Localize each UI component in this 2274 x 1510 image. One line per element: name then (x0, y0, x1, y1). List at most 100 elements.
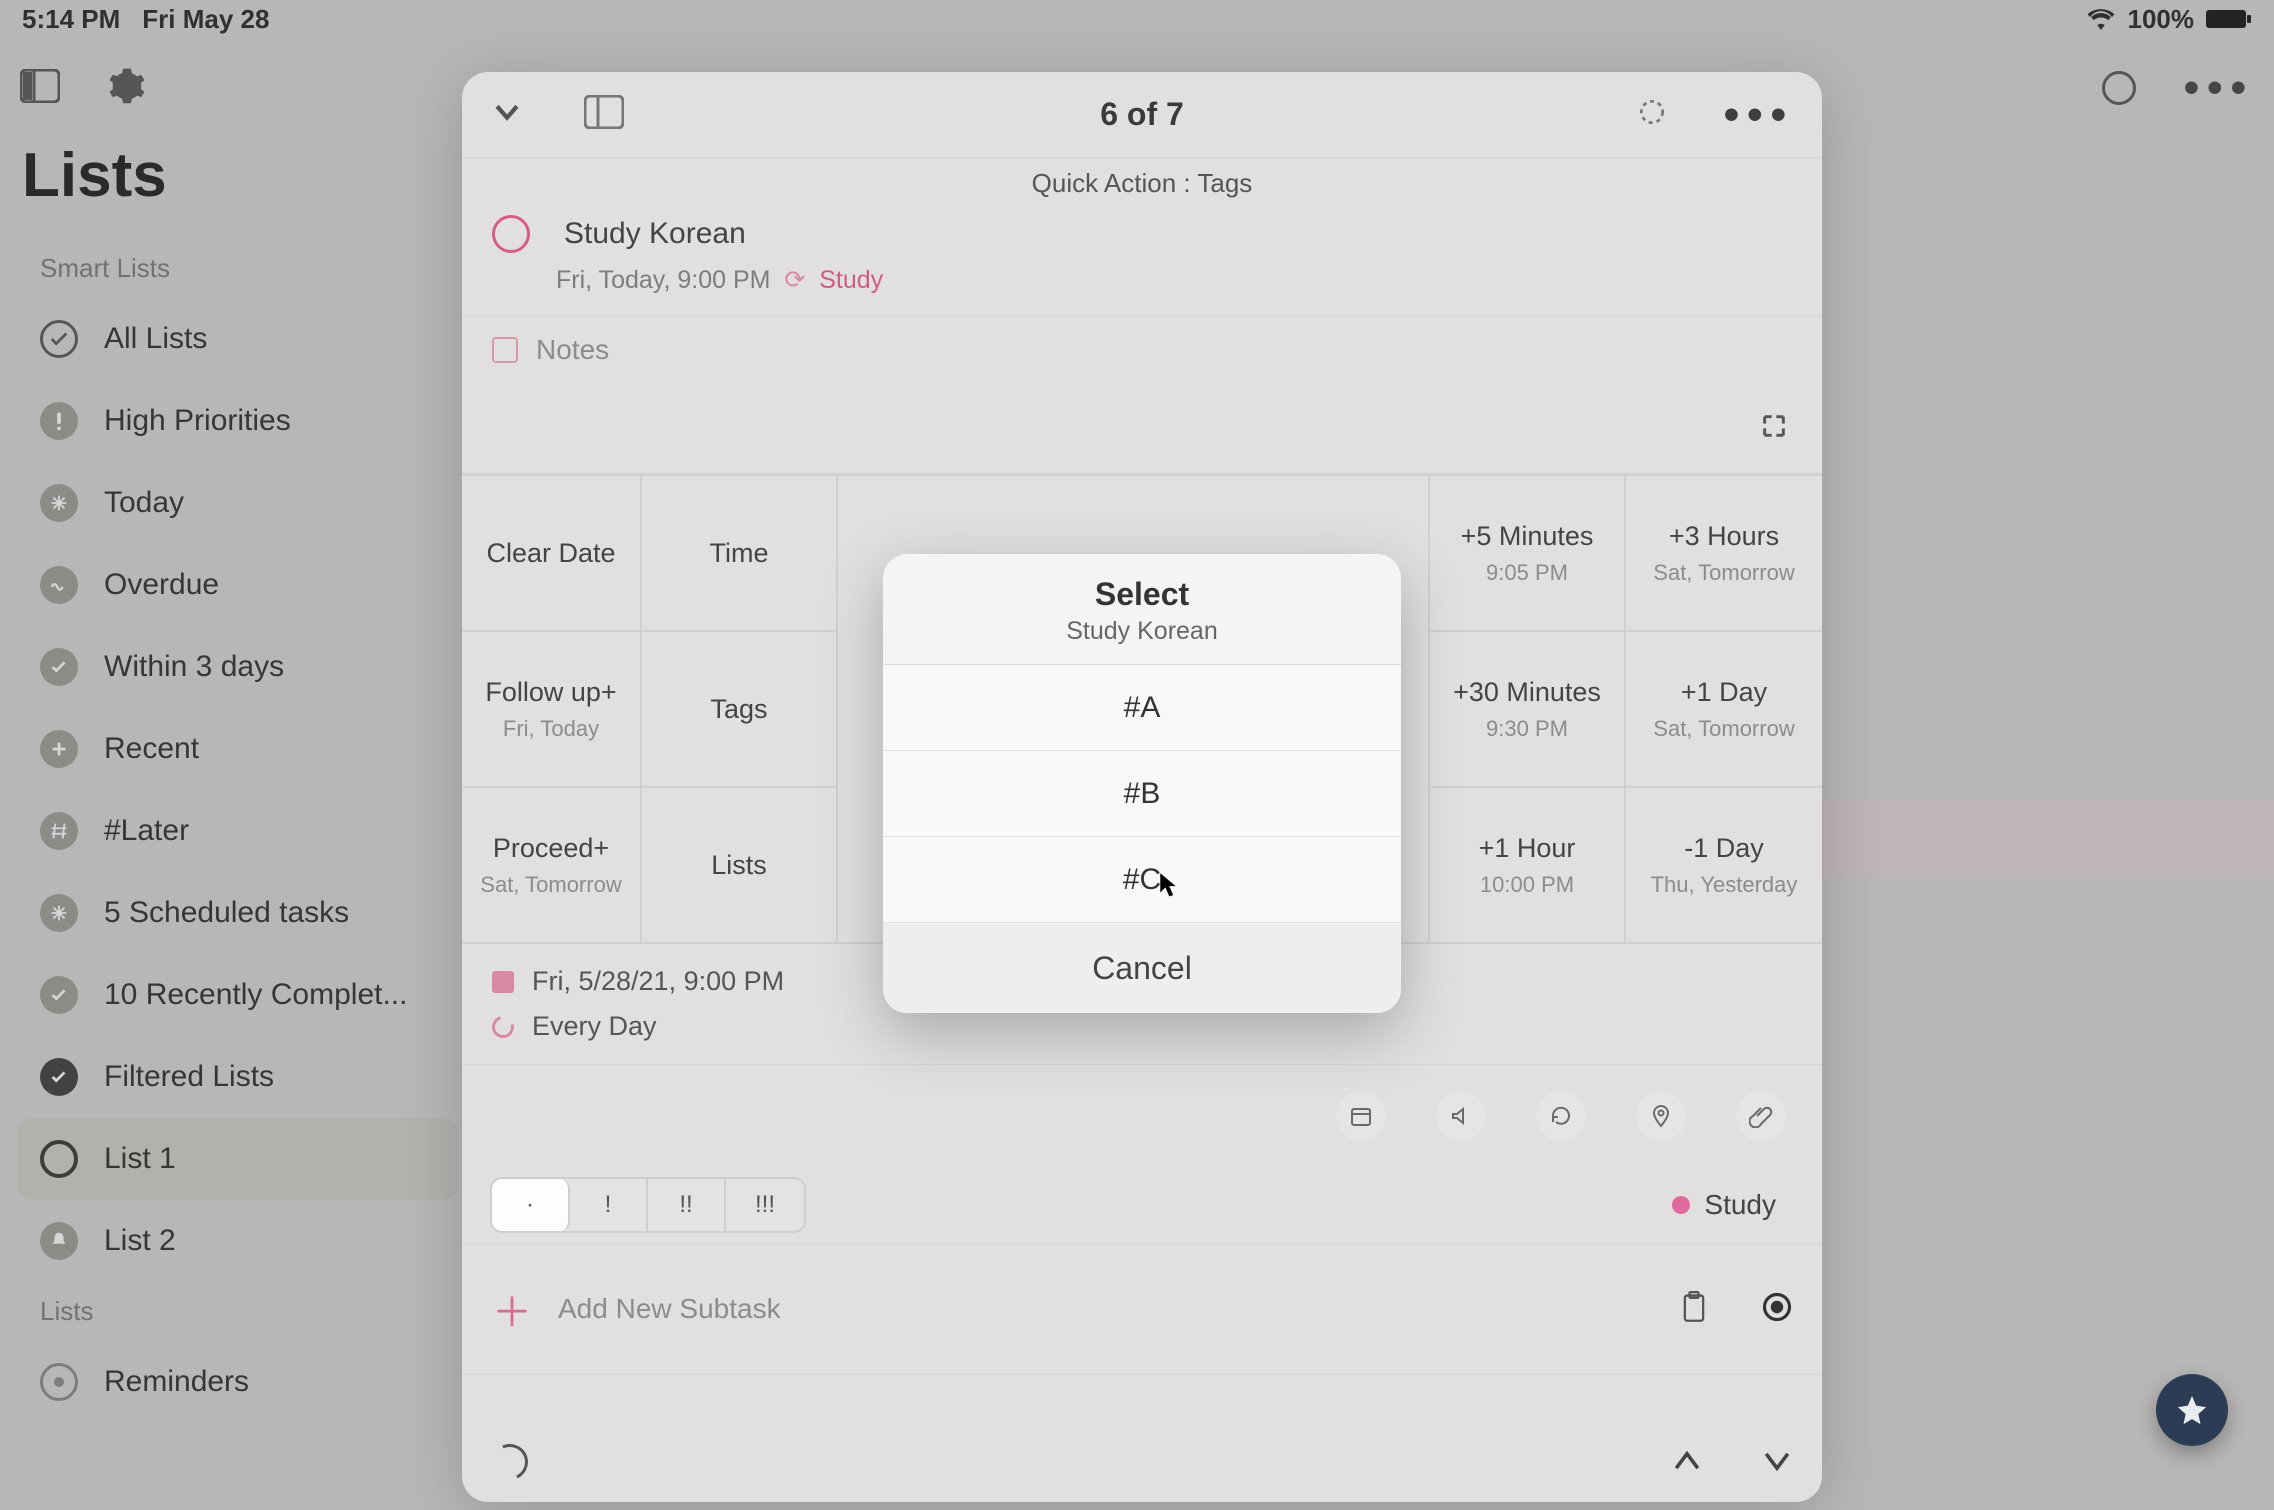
repeat-attr-icon[interactable] (1536, 1091, 1586, 1141)
sidebar-title: Lists (22, 140, 458, 211)
cell-plus-5m[interactable]: +5 Minutes 9:05 PM (1430, 476, 1624, 632)
sheet-cancel[interactable]: Cancel (883, 923, 1401, 1013)
next-task-button[interactable] (1762, 1443, 1792, 1482)
task-title[interactable]: Study Korean (564, 217, 746, 251)
panel-toggle-icon[interactable] (584, 95, 624, 134)
sidebar-section-lists: Lists (40, 1296, 458, 1327)
cell-sublabel: Sat, Tomorrow (1653, 560, 1794, 586)
sheet-header: Select Study Korean (883, 554, 1401, 665)
cell-proceed[interactable]: Proceed+Sat, Tomorrow (462, 788, 640, 944)
cell-plus-1h[interactable]: +1 Hour10:00 PM (1430, 788, 1624, 944)
asterisk-icon (40, 894, 78, 932)
sidebar-item-label: 10 Recently Complet... (104, 978, 407, 1012)
expand-icon[interactable] (1760, 412, 1788, 445)
subtask-row[interactable]: ＋ Add New Subtask (462, 1243, 1822, 1375)
cell-label: Proceed+ (493, 833, 609, 864)
sidebar-item-label: List 1 (104, 1142, 176, 1176)
clipboard-icon[interactable] (1680, 1291, 1708, 1328)
cell-tags[interactable]: Tags (642, 632, 836, 788)
cell-followup[interactable]: Follow up+Fri, Today (462, 632, 640, 788)
task-meta-date: Fri, Today, 9:00 PM (556, 266, 770, 294)
attach-attr-icon[interactable] (1736, 1091, 1786, 1141)
circle-icon (40, 1363, 78, 1401)
priority-segment[interactable]: · ! !! !!! (490, 1177, 806, 1233)
check-circle-icon (40, 648, 78, 686)
cell-plus-1d[interactable]: +1 DaySat, Tomorrow (1626, 632, 1822, 788)
sidebar-item-recently-completed[interactable]: 10 Recently Complet... (18, 954, 458, 1036)
record-icon[interactable] (1762, 1292, 1792, 1327)
check-icon (40, 320, 78, 358)
tag-action-sheet: Select Study Korean #A #B #C Cancel (883, 554, 1401, 1013)
cell-minus-1d[interactable]: -1 DayThu, Yesterday (1626, 788, 1822, 944)
sheet-option-b[interactable]: #B (883, 751, 1401, 837)
asterisk-icon (40, 484, 78, 522)
list-chip-label: Study (1704, 1189, 1776, 1221)
fab-star-button[interactable] (2156, 1374, 2228, 1446)
cell-label: Time (710, 538, 769, 569)
priority-none[interactable]: · (492, 1179, 570, 1231)
sidebar-item-later[interactable]: #Later (18, 790, 458, 872)
sidebar-item-recent[interactable]: Recent (18, 708, 458, 790)
sheet-subtitle: Study Korean (893, 617, 1391, 646)
sidebar-item-list2[interactable]: List 2 (18, 1200, 458, 1282)
subtask-placeholder: Add New Subtask (558, 1293, 781, 1325)
sidebar-item-label: Overdue (104, 568, 219, 602)
sidebar-item-label: All Lists (104, 322, 207, 356)
sidebar-item-filtered[interactable]: Filtered Lists (18, 1036, 458, 1118)
modal-footer (462, 1422, 1822, 1502)
cell-sublabel: 9:05 PM (1486, 560, 1568, 586)
sidebar-item-priorities[interactable]: High Priorities (18, 380, 458, 462)
check-circle-icon (40, 976, 78, 1014)
sidebar-item-overdue[interactable]: Overdue (18, 544, 458, 626)
sidebar-item-label: High Priorities (104, 404, 291, 438)
cell-time[interactable]: Time (642, 476, 836, 632)
task-checkbox[interactable] (492, 215, 530, 253)
sidebar-item-reminders[interactable]: Reminders (18, 1341, 458, 1423)
list-chip[interactable]: Study (1672, 1189, 1794, 1221)
notes-icon (492, 337, 518, 363)
more-icon[interactable]: ••• (2184, 79, 2254, 97)
sidebar-item-within3[interactable]: Within 3 days (18, 626, 458, 708)
status-date: Fri May 28 (142, 4, 269, 35)
task-modal: 6 of 7 ••• Quick Action : Tags Study Kor… (462, 72, 1822, 1502)
cell-label: +5 Minutes (1461, 521, 1594, 552)
settings-icon[interactable] (108, 67, 146, 110)
priority-med[interactable]: !! (648, 1179, 726, 1231)
exclaim-icon (40, 402, 78, 440)
status-bar: 5:14 PM Fri May 28 100% (0, 0, 2274, 38)
sidebar-toggle-icon[interactable] (20, 69, 60, 108)
sidebar-item-all[interactable]: All Lists (18, 298, 458, 380)
priority-low[interactable]: ! (570, 1179, 648, 1231)
repeat-glyph-icon: ⟳ (784, 266, 805, 294)
sidebar-item-label: Reminders (104, 1365, 249, 1399)
cell-plus-3h[interactable]: +3 HoursSat, Tomorrow (1626, 476, 1822, 632)
cursor-icon (1159, 872, 1177, 898)
priority-high[interactable]: !!! (726, 1179, 804, 1231)
cell-label: -1 Day (1684, 833, 1764, 864)
location-attr-icon[interactable] (1636, 1091, 1686, 1141)
target-icon[interactable] (1636, 96, 1668, 133)
add-icon: ＋ (492, 1280, 532, 1338)
sidebar-item-list1[interactable]: List 1 (18, 1118, 458, 1200)
cell-lists[interactable]: Lists (642, 788, 836, 944)
cell-sublabel: Sat, Tomorrow (1653, 716, 1794, 742)
bell-icon (40, 1222, 78, 1260)
sidebar-item-scheduled[interactable]: 5 Scheduled tasks (18, 872, 458, 954)
schedule-repeat-row[interactable]: Every Day (492, 1011, 1792, 1042)
notes-row[interactable]: Notes (462, 315, 1822, 384)
sync-icon[interactable] (487, 1439, 533, 1485)
modal-more-icon[interactable]: ••• (1724, 106, 1794, 124)
cell-clear-date[interactable]: Clear Date (462, 476, 640, 632)
battery-icon (2206, 8, 2252, 30)
sidebar: Lists Smart Lists All Lists High Priorit… (18, 140, 458, 1423)
sheet-option-c[interactable]: #C (883, 837, 1401, 923)
cell-plus-30m[interactable]: +30 Minutes9:30 PM (1430, 632, 1624, 788)
sidebar-item-today[interactable]: Today (18, 462, 458, 544)
date-attr-icon[interactable] (1336, 1091, 1386, 1141)
collapse-button[interactable] (490, 95, 524, 134)
sheet-title: Select (893, 576, 1391, 613)
prev-task-button[interactable] (1672, 1443, 1702, 1482)
focus-icon[interactable] (2102, 71, 2136, 105)
sheet-option-a[interactable]: #A (883, 665, 1401, 751)
alert-attr-icon[interactable] (1436, 1091, 1486, 1141)
